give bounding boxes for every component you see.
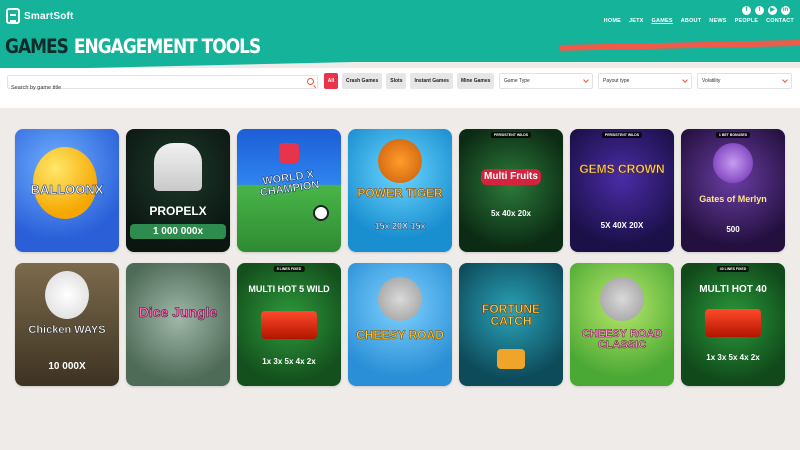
- game-title: PROPELX: [149, 204, 207, 218]
- game-subtitle: 500: [726, 225, 740, 234]
- chip-instant-games[interactable]: Instant Games: [410, 73, 453, 89]
- game-subtitle: 1x 3x 5x 4x 2x: [262, 357, 316, 366]
- game-title: CHEESY ROAD CLASSIC: [581, 328, 663, 351]
- game-card-propelx[interactable]: PROPELX 1 000 000x: [126, 129, 230, 252]
- section-tabs: GAMES ENGAGEMENT TOOLS: [5, 36, 261, 59]
- volatility-label: Volatility: [702, 78, 721, 84]
- logo-shield-graphic: [279, 143, 299, 163]
- game-title: BALLOONX: [30, 182, 104, 197]
- wizard-graphic: [713, 143, 753, 183]
- game-title: Gates of Merlyn: [699, 194, 767, 204]
- brand-logo[interactable]: SmartSoft: [6, 8, 74, 24]
- chip-mine-games[interactable]: Mine Games: [456, 73, 495, 89]
- chicken-graphic: [45, 271, 89, 319]
- game-subtitle: 15x 20X 15x: [374, 221, 426, 231]
- chevron-down-icon: [782, 77, 788, 83]
- game-title: Chicken WAYS: [28, 324, 106, 336]
- filter-bar: All Crash Games Slots Instant Games Mine…: [0, 68, 800, 108]
- chip-all[interactable]: All: [324, 73, 338, 89]
- tiger-graphic: [378, 139, 422, 183]
- twitter-icon[interactable]: t: [755, 6, 764, 15]
- game-card-multi-hot-5-wild[interactable]: 5 LINES FIXED MULTI HOT 5 WILD 1x 3x 5x …: [237, 263, 341, 386]
- smartsoft-logo-icon: [6, 8, 20, 24]
- game-title: MULTI HOT 40: [699, 284, 767, 295]
- game-title: WORLD X CHAMPION: [259, 168, 321, 200]
- nav-jetx[interactable]: JETX: [629, 18, 644, 24]
- chip-slots[interactable]: Slots: [386, 73, 407, 89]
- game-subtitle: 1 000 000x: [130, 224, 226, 239]
- game-card-world-x-champion[interactable]: WORLD X CHAMPION: [237, 129, 341, 252]
- game-badge: PERSISTENT WILDS: [490, 132, 532, 138]
- social-links: f t ▶ in: [742, 6, 790, 15]
- nav-about[interactable]: ABOUT: [681, 18, 702, 24]
- category-chips: All Crash Games Slots Instant Games Mine…: [324, 73, 495, 89]
- game-badge: 1 BET BONUSES: [715, 132, 751, 138]
- game-title: FORTUNE CATCH: [482, 302, 541, 328]
- game-badge: PERSISTENT WILDS: [601, 132, 643, 138]
- game-card-cheesy-road-classic[interactable]: CHEESY ROAD CLASSIC: [570, 263, 674, 386]
- game-card-power-tiger[interactable]: POWER TIGER 15x 20X 15x: [348, 129, 452, 252]
- game-type-dropdown[interactable]: Game Type: [499, 73, 593, 89]
- payout-type-label: Payout type: [603, 78, 630, 84]
- tab-games[interactable]: GAMES: [5, 36, 69, 59]
- nav-people[interactable]: PEOPLE: [735, 18, 759, 24]
- game-title: Dice Jungle: [138, 304, 218, 320]
- game-card-chicken-ways[interactable]: Chicken WAYS 10 000X: [15, 263, 119, 386]
- game-card-fortune-catch[interactable]: FORTUNE CATCH: [459, 263, 563, 386]
- sevens-graphic: [261, 311, 317, 339]
- game-card-balloonx[interactable]: BALLOONX: [15, 129, 119, 252]
- game-title: POWER TIGER: [357, 186, 443, 200]
- search-icon[interactable]: [307, 78, 314, 85]
- nav-news[interactable]: NEWS: [709, 18, 726, 24]
- mouse-graphic: [600, 277, 644, 321]
- plane-graphic: [154, 143, 202, 191]
- game-badge: 40 LINES FIXED: [716, 266, 750, 272]
- games-grid: BALLOONX PROPELX 1 000 000x WORLD X CHAM…: [15, 129, 785, 386]
- search-input[interactable]: [8, 82, 298, 94]
- chevron-down-icon: [682, 77, 688, 83]
- volatility-dropdown[interactable]: Volatility: [697, 73, 792, 89]
- chevron-down-icon: [583, 77, 589, 83]
- brand-name: SmartSoft: [24, 10, 74, 22]
- game-card-multi-fruits[interactable]: PERSISTENT WILDS Multi Fruits 5x 40x 20x: [459, 129, 563, 252]
- game-card-dice-jungle[interactable]: Dice Jungle: [126, 263, 230, 386]
- nav-contact[interactable]: CONTACT: [766, 18, 794, 24]
- facebook-icon[interactable]: f: [742, 6, 751, 15]
- linkedin-icon[interactable]: in: [781, 6, 790, 15]
- game-subtitle: 5x 40x 20x: [490, 209, 532, 218]
- game-title: CHEESY ROAD: [356, 328, 444, 342]
- game-subtitle: 10 000X: [48, 361, 86, 372]
- game-card-multi-hot-40[interactable]: 40 LINES FIXED MULTI HOT 40 1x 3x 5x 4x …: [681, 263, 785, 386]
- game-title: Multi Fruits: [481, 169, 541, 185]
- game-badge: 5 LINES FIXED: [273, 266, 305, 272]
- chip-crash-games[interactable]: Crash Games: [342, 73, 383, 89]
- game-subtitle: 5X 40X 20X: [600, 221, 644, 230]
- search-box: [7, 75, 318, 94]
- game-card-cheesy-road[interactable]: CHEESY ROAD: [348, 263, 452, 386]
- nav-games[interactable]: GAMES: [652, 18, 673, 24]
- mouse-graphic: [378, 277, 422, 321]
- game-subtitle: 1x 3x 5x 4x 2x: [706, 353, 760, 362]
- game-card-gates-of-merlyn[interactable]: 1 BET BONUSES Gates of Merlyn 500: [681, 129, 785, 252]
- payout-type-dropdown[interactable]: Payout type: [598, 73, 692, 89]
- game-title: MULTI HOT 5 WILD: [248, 284, 330, 294]
- game-title: GEMS CROWN: [579, 162, 665, 176]
- game-type-label: Game Type: [504, 78, 530, 84]
- tab-engagement-tools[interactable]: ENGAGEMENT TOOLS: [74, 36, 261, 59]
- nav-home[interactable]: HOME: [604, 18, 621, 24]
- game-card-gems-crown[interactable]: PERSISTENT WILDS GEMS CROWN 5X 40X 20X: [570, 129, 674, 252]
- treasure-graphic: [497, 349, 525, 369]
- football-graphic: [313, 205, 329, 221]
- youtube-icon[interactable]: ▶: [768, 6, 777, 15]
- sevens-graphic: [705, 309, 761, 337]
- main-nav: HOME JETX GAMES ABOUT NEWS PEOPLE CONTAC…: [604, 18, 794, 24]
